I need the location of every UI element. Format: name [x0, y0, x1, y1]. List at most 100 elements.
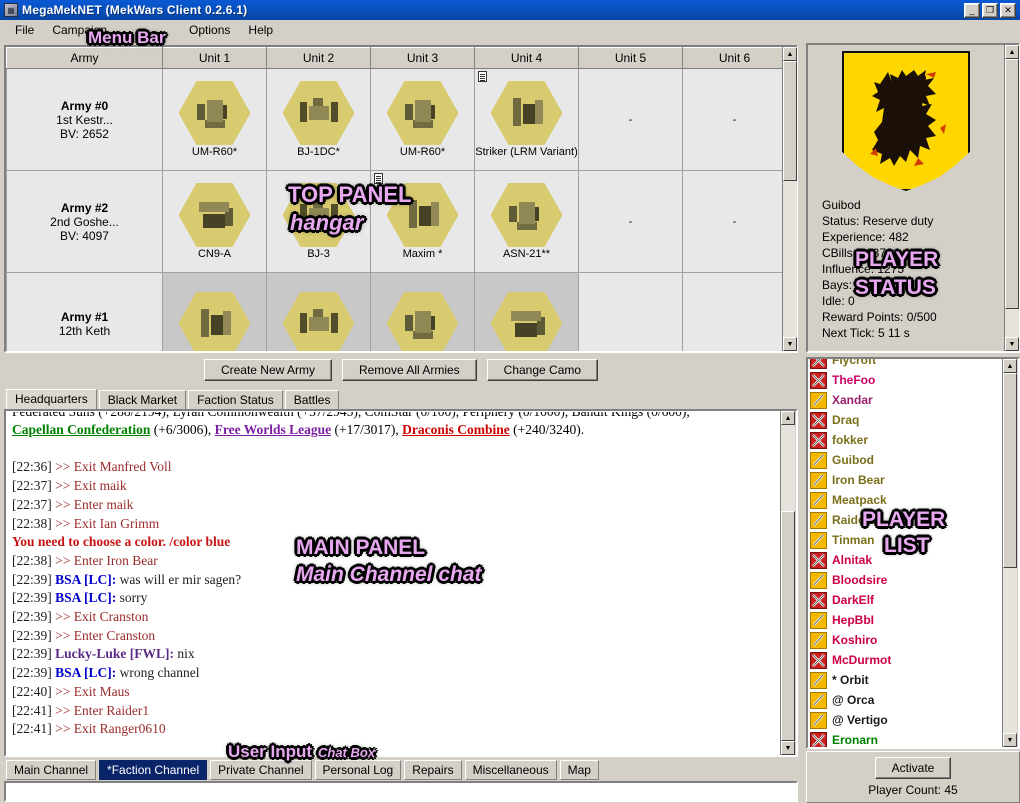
unit-cell[interactable] — [579, 273, 683, 352]
list-item[interactable]: McDurmot — [808, 650, 1002, 670]
unit-cell[interactable]: Maxim * — [371, 171, 475, 273]
column-header-unit-1[interactable]: Unit 1 — [163, 48, 267, 69]
faction-link[interactable]: Draconis Combine — [402, 422, 510, 437]
scroll-track[interactable] — [783, 61, 797, 337]
activate-button[interactable]: Activate — [875, 757, 952, 779]
unit-cell[interactable]: - — [579, 69, 683, 171]
close-button[interactable]: ✕ — [1000, 3, 1016, 18]
tab-faction-channel[interactable]: *Faction Channel — [99, 760, 207, 780]
hangar-scrollbar[interactable]: ▲ ▼ — [782, 47, 796, 351]
unit-cell[interactable]: - — [683, 171, 783, 273]
player-list-scrollbar[interactable]: ▲ ▼ — [1002, 359, 1018, 747]
tab-map[interactable]: Map — [560, 760, 599, 780]
create-new-army-button[interactable]: Create New Army — [204, 359, 332, 381]
scroll-track[interactable] — [781, 425, 795, 741]
table-row[interactable]: Army #2 2nd Goshe... BV: 4097 CN9-A — [7, 171, 783, 273]
unit-cell[interactable]: UM-R60* — [163, 69, 267, 171]
army-cell[interactable]: Army #0 1st Kestr... BV: 2652 — [7, 69, 163, 171]
list-item[interactable]: * Orbit — [808, 670, 1002, 690]
list-item[interactable]: Iron Bear — [808, 470, 1002, 490]
chat-input[interactable] — [6, 783, 796, 800]
tab-miscellaneous[interactable]: Miscellaneous — [465, 760, 557, 780]
unit-cell[interactable] — [163, 273, 267, 352]
list-item[interactable]: Draq — [808, 410, 1002, 430]
unit-cell[interactable]: ASN-21** — [475, 171, 579, 273]
scroll-up-icon[interactable]: ▲ — [1005, 45, 1019, 59]
list-item[interactable]: Guibod — [808, 450, 1002, 470]
scroll-down-icon[interactable]: ▼ — [1003, 733, 1017, 747]
menu-item-campaign[interactable]: Campaign — [43, 21, 116, 39]
menu-item-help[interactable]: Help — [239, 21, 282, 39]
scroll-down-icon[interactable]: ▼ — [781, 741, 795, 755]
unit-cell[interactable]: UM-R60* — [371, 69, 475, 171]
unit-cell[interactable]: - — [683, 69, 783, 171]
list-item[interactable]: Koshiro — [808, 630, 1002, 650]
list-item[interactable]: Eronarn — [808, 730, 1002, 747]
scroll-down-icon[interactable]: ▼ — [1005, 337, 1019, 351]
chat-input-wrapper[interactable] — [4, 781, 798, 802]
scroll-down-icon[interactable]: ▼ — [783, 337, 797, 351]
player-list[interactable]: FlycroftTheFooXandarDraqfokkerGuibodIron… — [808, 359, 1002, 747]
menu-item-options[interactable]: Options — [180, 21, 239, 39]
tab-private-channel[interactable]: Private Channel — [210, 760, 311, 780]
unit-cell[interactable]: - — [579, 171, 683, 273]
tab-battles[interactable]: Battles — [285, 390, 340, 409]
army-cell[interactable]: Army #1 12th Keth — [7, 273, 163, 352]
maximize-button[interactable]: ❐ — [982, 3, 998, 18]
chat-log[interactable]: Federated Suns (+288/2194), Lyran Common… — [6, 411, 780, 755]
list-item[interactable]: Flycroft — [808, 359, 1002, 370]
tab-faction-status[interactable]: Faction Status — [188, 390, 283, 409]
scroll-up-icon[interactable]: ▲ — [783, 47, 797, 61]
army-cell[interactable]: Army #2 2nd Goshe... BV: 4097 — [7, 171, 163, 273]
list-item[interactable]: Tinman — [808, 530, 1002, 550]
list-item[interactable]: TheFoo — [808, 370, 1002, 390]
remove-all-armies-button[interactable]: Remove All Armies — [342, 359, 477, 381]
scroll-track[interactable] — [1005, 59, 1019, 337]
scroll-track[interactable] — [1003, 373, 1017, 733]
tab-personal-log[interactable]: Personal Log — [315, 760, 402, 780]
list-item[interactable]: @ Orca — [808, 690, 1002, 710]
column-header-unit-3[interactable]: Unit 3 — [371, 48, 475, 69]
tab-repairs[interactable]: Repairs — [404, 760, 461, 780]
column-header-unit-5[interactable]: Unit 5 — [579, 48, 683, 69]
unit-cell[interactable]: Striker (LRM Variant) — [475, 69, 579, 171]
minimize-button[interactable]: _ — [964, 3, 980, 18]
table-row[interactable]: Army #0 1st Kestr... BV: 2652 UM-R60* — [7, 69, 783, 171]
unit-cell[interactable] — [683, 273, 783, 352]
scroll-thumb[interactable] — [781, 511, 795, 741]
unit-cell[interactable] — [371, 273, 475, 352]
tab-black-market[interactable]: Black Market — [99, 390, 186, 409]
list-item[interactable]: DarkElf — [808, 590, 1002, 610]
chat-scrollbar[interactable]: ▲ ▼ — [780, 411, 796, 755]
unit-cell[interactable]: BJ-3 — [267, 171, 371, 273]
list-item[interactable]: Xandar — [808, 390, 1002, 410]
scroll-thumb[interactable] — [1003, 373, 1017, 568]
scroll-up-icon[interactable]: ▲ — [1003, 359, 1017, 373]
list-item[interactable]: HepBbI — [808, 610, 1002, 630]
scroll-up-icon[interactable]: ▲ — [781, 411, 795, 425]
column-header-unit-4[interactable]: Unit 4 — [475, 48, 579, 69]
unit-cell[interactable] — [475, 273, 579, 352]
tab-main-channel[interactable]: Main Channel — [6, 760, 96, 780]
faction-link[interactable]: Capellan Confederation — [12, 422, 150, 437]
list-item[interactable]: Alnitak — [808, 550, 1002, 570]
status-scrollbar[interactable]: ▲ ▼ — [1004, 45, 1018, 351]
list-item[interactable]: fokker — [808, 430, 1002, 450]
table-row[interactable]: Army #1 12th Keth — [7, 273, 783, 352]
tab-headquarters[interactable]: Headquarters — [6, 389, 97, 409]
column-header-unit-6[interactable]: Unit 6 — [683, 48, 783, 69]
menu-item-file[interactable]: File — [6, 21, 43, 39]
change-camo-button[interactable]: Change Camo — [487, 359, 598, 381]
list-item[interactable]: Bloodsire — [808, 570, 1002, 590]
unit-cell[interactable]: BJ-1DC* — [267, 69, 371, 171]
faction-link[interactable]: Free Worlds League — [215, 422, 332, 437]
scroll-thumb[interactable] — [783, 61, 797, 181]
unit-cell[interactable]: CN9-A — [163, 171, 267, 273]
column-header-army[interactable]: Army — [7, 48, 163, 69]
column-header-unit-2[interactable]: Unit 2 — [267, 48, 371, 69]
list-item[interactable]: Raider1 — [808, 510, 1002, 530]
list-item[interactable]: @ Vertigo — [808, 710, 1002, 730]
unit-cell[interactable] — [267, 273, 371, 352]
scroll-thumb[interactable] — [1005, 59, 1019, 309]
list-item[interactable]: Meatpack — [808, 490, 1002, 510]
